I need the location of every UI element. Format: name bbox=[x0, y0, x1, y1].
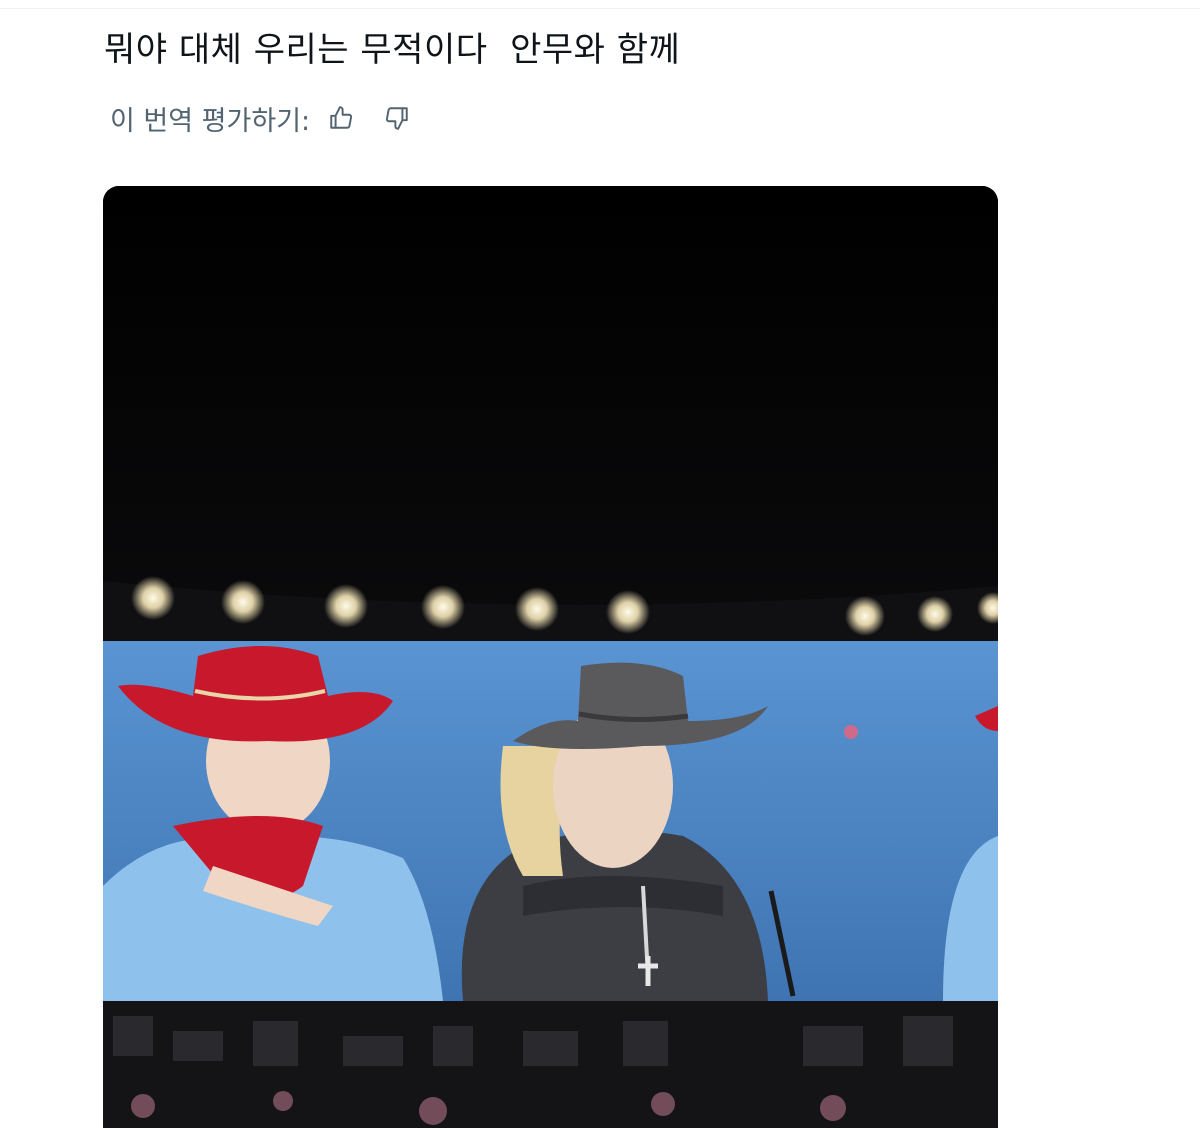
thumbs-down-button[interactable] bbox=[380, 101, 414, 135]
post-text: 뭐야 대체 우리는 무적이다 안무와 함께 bbox=[104, 30, 681, 70]
translation-rating-label: 이 번역 평가하기: bbox=[110, 105, 311, 137]
thumbs-up-icon bbox=[330, 106, 353, 129]
thumbs-down-icon bbox=[386, 107, 408, 130]
translation-rating: 이 번역 평가하기: bbox=[110, 100, 436, 137]
video-frame bbox=[103, 186, 998, 1128]
thumbs-up-button[interactable] bbox=[324, 101, 358, 135]
top-divider bbox=[0, 0, 1200, 9]
video-media[interactable] bbox=[103, 186, 998, 1128]
